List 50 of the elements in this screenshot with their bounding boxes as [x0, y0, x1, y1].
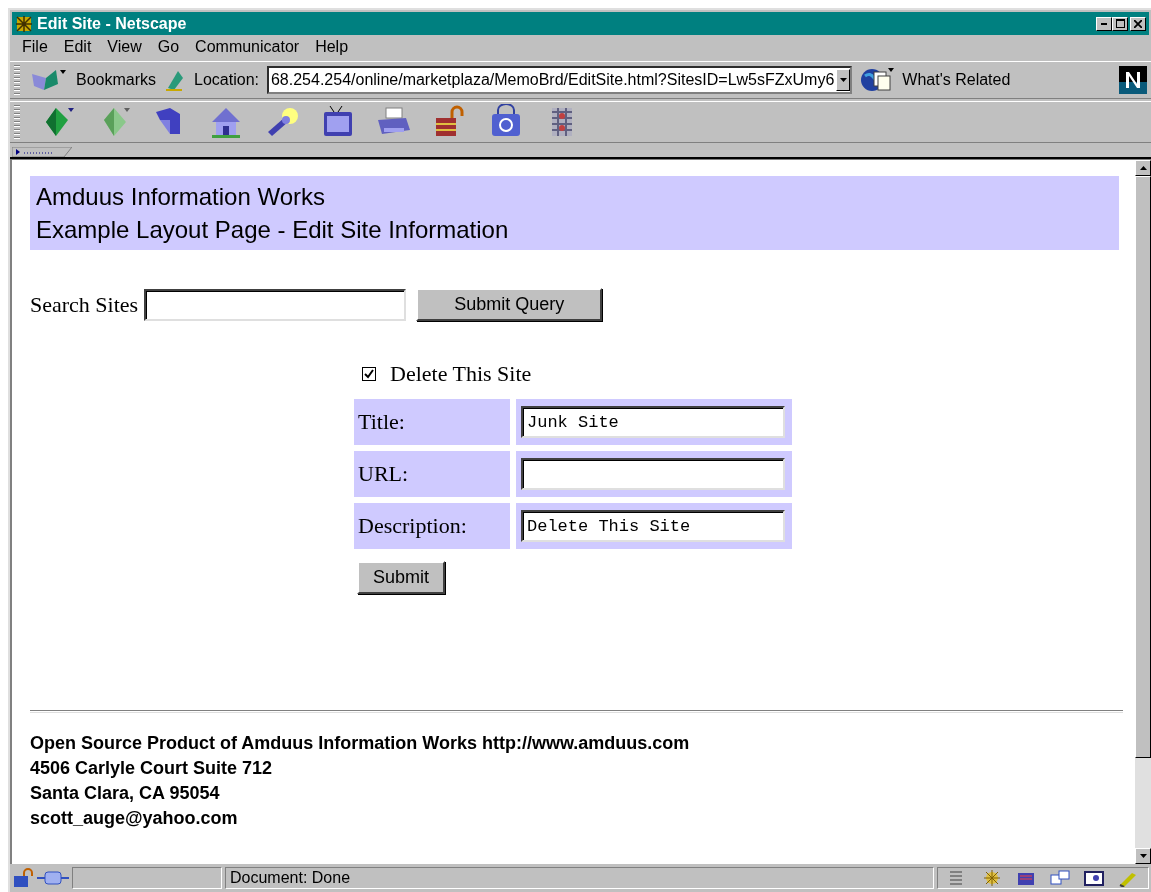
close-button[interactable]	[1130, 16, 1146, 31]
window-title: Edit Site - Netscape	[37, 14, 187, 33]
maximize-button[interactable]	[1112, 16, 1128, 31]
compass-icon[interactable]	[982, 869, 1002, 887]
menu-item[interactable]: View	[99, 38, 150, 56]
scrollbar[interactable]	[1135, 160, 1151, 864]
menu-item[interactable]: Go	[149, 38, 188, 56]
header-text: Amduus Information Works	[36, 182, 326, 212]
menu-item[interactable]: Help	[307, 38, 357, 56]
padlock-icon[interactable]	[12, 868, 34, 888]
search-label: Search Sites	[30, 291, 139, 318]
location-field[interactable]: 68.254.254/online/marketplaza/MemoBrd/EditSite.html?SitesID=Lw5sFZxUmy6	[266, 66, 853, 94]
field-label-cell: Description:	[354, 503, 510, 549]
field-label-cell: Title:	[354, 399, 510, 445]
location-label: Location:	[194, 71, 259, 89]
text-field[interactable]	[521, 458, 785, 490]
plug-icon[interactable]	[37, 868, 69, 888]
menu-item[interactable]: Communicator	[187, 38, 308, 56]
text-field[interactable]: Junk Site	[521, 406, 785, 438]
checkmark-icon	[364, 369, 374, 379]
scroll-up-icon[interactable]	[1139, 166, 1147, 170]
app-icon	[15, 14, 33, 33]
collapse-tab-icon[interactable]	[12, 147, 72, 157]
minimize-icon	[1101, 22, 1107, 25]
minimize-button[interactable]	[1096, 16, 1112, 31]
whats-related-label[interactable]: What's Related	[902, 71, 1011, 89]
submit-query-button[interactable]: Submit Query	[416, 288, 603, 321]
chat-bubbles-icon[interactable]	[1050, 869, 1070, 887]
dropdown-arrow-icon	[839, 78, 847, 82]
search-field[interactable]	[144, 288, 407, 321]
menu-item[interactable]: File	[14, 38, 56, 56]
footer-text: 4506 Carlyle Court Suite 712	[30, 757, 274, 780]
field-label-cell: URL:	[354, 451, 510, 497]
address-card-icon[interactable]	[1084, 869, 1104, 887]
header-text: Example Layout Page - Edit Site Information	[36, 215, 510, 245]
maximize-icon	[1115, 19, 1125, 28]
delete-checkbox[interactable]	[362, 367, 376, 381]
globe-icon[interactable]	[860, 66, 895, 94]
text-field[interactable]: Delete This Site	[521, 510, 785, 542]
scroll-down-icon[interactable]	[1139, 854, 1147, 858]
footer-text: Open Source Product of Amduus Information Works http://www.amduus.com	[30, 732, 691, 755]
submit-button[interactable]: Submit	[357, 561, 446, 594]
delete-label: Delete This Site	[390, 361, 532, 387]
bookmarks-label[interactable]: Bookmarks	[76, 71, 157, 89]
status-text: Document: Done	[230, 869, 351, 887]
n-logo-icon[interactable]	[1119, 66, 1147, 94]
footer-text: scott_auge@yahoo.com	[30, 807, 239, 830]
menu-item[interactable]: Edit	[55, 38, 100, 56]
close-icon	[1134, 19, 1142, 28]
footer-text: Santa Clara, CA 95054	[30, 782, 221, 805]
